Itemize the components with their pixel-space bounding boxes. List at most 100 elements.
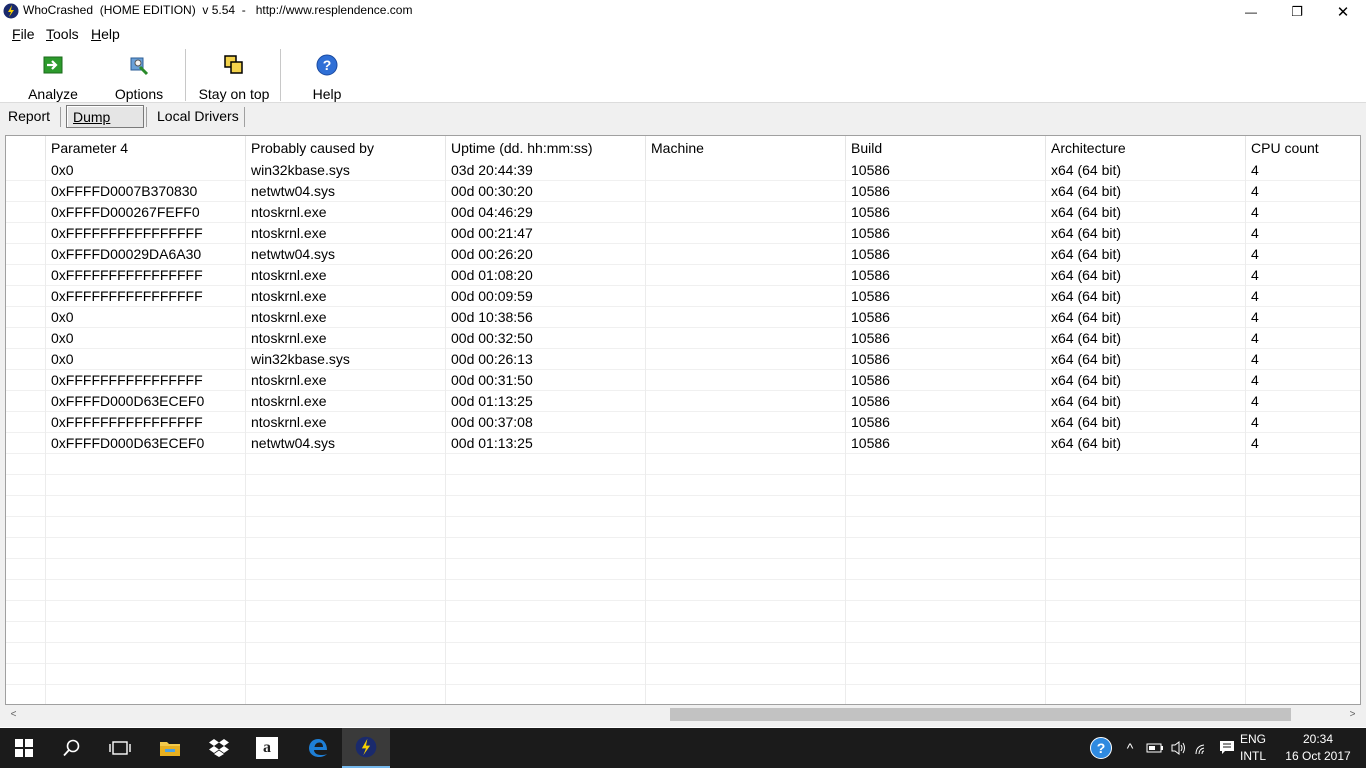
help-button[interactable]: ? Help [300, 51, 354, 102]
svg-text:?: ? [323, 57, 332, 73]
table-cell [446, 454, 646, 475]
header-row-indicator [6, 136, 46, 160]
dump-files-table[interactable]: Parameter 4 Probably caused by Uptime (dd.… [5, 135, 1361, 705]
table-row[interactable]: 0xFFFFD0007B370830 netwtw04.sys 00d 00:30:… [6, 181, 1360, 202]
minimize-button[interactable]: — [1228, 0, 1274, 23]
column-header[interactable]: CPU count [1246, 136, 1360, 160]
table-cell: netwtw04.sys [246, 244, 446, 265]
volume-button[interactable] [1168, 728, 1190, 768]
horizontal-scrollbar[interactable]: < > [5, 706, 1361, 723]
table-row[interactable]: 0xFFFFFFFFFFFFFFFF ntoskrnl.exe 00d 00:21:… [6, 223, 1360, 244]
stay-on-top-button[interactable]: Stay on top [194, 51, 274, 102]
table-cell: 10586 [846, 328, 1046, 349]
table-cell: 4 [1246, 391, 1360, 412]
table-row[interactable]: 0xFFFFD000267FEFF0 ntoskrnl.exe 00d 04:46:… [6, 202, 1360, 223]
input-language[interactable]: ENG INTL [1240, 728, 1274, 768]
wifi-icon [1195, 744, 1205, 755]
table-cell [846, 559, 1046, 580]
table-row[interactable]: 0xFFFFFFFFFFFFFFFF ntoskrnl.exe 00d 01:08:… [6, 265, 1360, 286]
battery-button[interactable] [1144, 728, 1166, 768]
menu-file[interactable]: File [12, 26, 35, 42]
table-row[interactable]: 0xFFFFFFFFFFFFFFFF ntoskrnl.exe 00d 00:09:… [6, 286, 1360, 307]
tab-local-drivers[interactable]: Local Drivers [151, 105, 245, 128]
analyze-button[interactable]: Analyze [22, 51, 84, 102]
column-header[interactable]: Machine [646, 136, 846, 160]
menu-tools[interactable]: Tools [46, 26, 79, 42]
options-button[interactable]: Options [108, 51, 170, 102]
table-cell: 00d 01:13:25 [446, 433, 646, 454]
scroll-right-button[interactable]: > [1344, 706, 1361, 723]
table-cell: 10586 [846, 244, 1046, 265]
table-row[interactable]: 0x0 win32kbase.sys 00d 00:26:13 10586 x64 (6… [6, 349, 1360, 370]
table-cell [846, 496, 1046, 517]
table-cell [46, 643, 246, 664]
table-cell: 10586 [846, 286, 1046, 307]
table-row[interactable]: 0x0 ntoskrnl.exe 00d 10:38:56 10586 x64 (64 … [6, 307, 1360, 328]
file-explorer-button[interactable] [146, 728, 194, 768]
options-icon [130, 57, 149, 76]
toolbar-separator [185, 49, 186, 101]
column-header[interactable]: Probably caused by [246, 136, 446, 160]
table-row[interactable]: 0x0 ntoskrnl.exe 00d 00:32:50 10586 x64 (64 … [6, 328, 1360, 349]
table-row[interactable]: 0xFFFFD00029DA6A30 netwtw04.sys 00d 00:26:… [6, 244, 1360, 265]
clock-date: 16 Oct 2017 [1285, 749, 1351, 763]
table-cell [46, 622, 246, 643]
column-header[interactable]: Architecture [1046, 136, 1246, 160]
scrollbar-thumb[interactable] [669, 708, 1292, 721]
edge-button[interactable] [294, 728, 342, 768]
table-cell [1046, 664, 1246, 685]
row-indicator [6, 538, 46, 559]
show-hidden-icons-button[interactable]: ^ [1120, 728, 1140, 768]
search-button[interactable] [48, 728, 96, 768]
table-cell: x64 (64 bit) [1046, 244, 1246, 265]
table-cell: x64 (64 bit) [1046, 307, 1246, 328]
tab-separator [60, 107, 61, 127]
amazon-button[interactable]: a [243, 728, 291, 768]
table-cell [1046, 601, 1246, 622]
scroll-left-button[interactable]: < [5, 706, 22, 723]
start-icon [15, 739, 33, 757]
whocrashed-taskbar-button[interactable] [342, 728, 390, 768]
table-cell [646, 454, 846, 475]
table-cell [646, 160, 846, 181]
table-cell: 10586 [846, 265, 1046, 286]
menu-help[interactable]: Help [91, 26, 120, 42]
network-button[interactable] [1192, 728, 1214, 768]
table-cell [1246, 685, 1360, 704]
table-cell [1046, 538, 1246, 559]
table-row[interactable]: 0xFFFFD000D63ECEF0 netwtw04.sys 00d 01:13:… [6, 433, 1360, 454]
restore-button[interactable]: ❐ [1274, 0, 1320, 23]
table-row[interactable]: 0xFFFFFFFFFFFFFFFF ntoskrnl.exe 00d 00:31:… [6, 370, 1360, 391]
tab-dump-files[interactable]: Dump files [66, 105, 144, 147]
table-cell [1246, 664, 1360, 685]
tab-report[interactable]: Report [2, 105, 56, 128]
table-cell [46, 601, 246, 622]
table-row[interactable]: 0xFFFFD000D63ECEF0 ntoskrnl.exe 00d 01:13:… [6, 391, 1360, 412]
column-header[interactable]: Uptime (dd. hh:mm:ss) [446, 136, 646, 160]
dropbox-button[interactable] [195, 728, 243, 768]
table-cell: x64 (64 bit) [1046, 433, 1246, 454]
task-view-button[interactable] [96, 728, 144, 768]
table-cell: x64 (64 bit) [1046, 412, 1246, 433]
clock[interactable]: 20:34 16 Oct 2017 [1278, 728, 1358, 768]
table-cell: ntoskrnl.exe [246, 328, 446, 349]
table-row [6, 685, 1360, 704]
column-header[interactable]: Build [846, 136, 1046, 160]
table-row[interactable]: 0xFFFFFFFFFFFFFFFF ntoskrnl.exe 00d 00:37:… [6, 412, 1360, 433]
action-center-button[interactable] [1216, 728, 1238, 768]
table-cell: 4 [1246, 202, 1360, 223]
help-tray-button[interactable]: ? [1089, 728, 1113, 768]
table-row[interactable]: 0x0 win32kbase.sys 03d 20:44:39 10586 x64 (6… [6, 160, 1360, 181]
table-cell [646, 349, 846, 370]
close-button[interactable]: ✕ [1320, 0, 1366, 23]
column-header[interactable]: Parameter 4 [46, 136, 246, 160]
start-button[interactable] [0, 728, 48, 768]
toolbar: Analyze Options Stay on top ? Help [0, 45, 1366, 102]
table-cell: x64 (64 bit) [1046, 391, 1246, 412]
menu-file-label: ile [20, 26, 35, 42]
row-indicator [6, 265, 46, 286]
row-indicator [6, 559, 46, 580]
table-cell: x64 (64 bit) [1046, 370, 1246, 391]
table-cell: 4 [1246, 412, 1360, 433]
table-cell: 00d 01:08:20 [446, 265, 646, 286]
